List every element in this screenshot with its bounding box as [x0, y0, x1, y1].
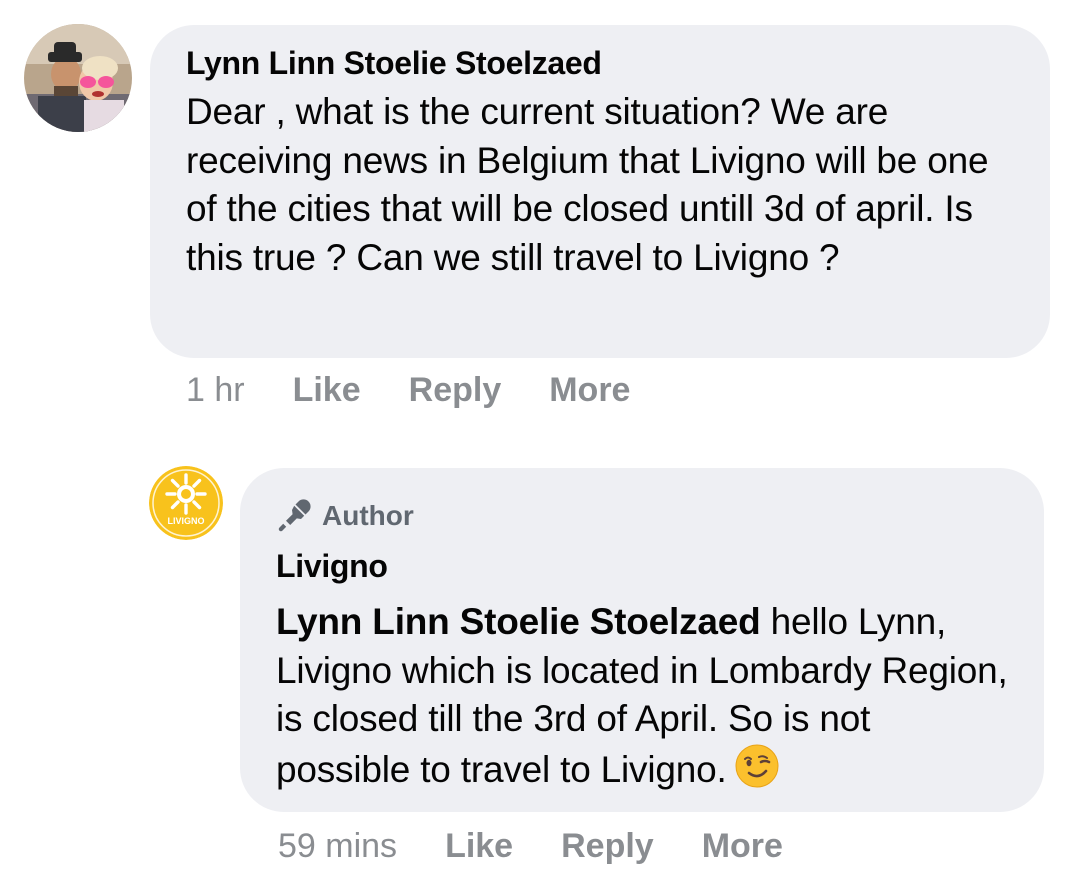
reply-reply-button[interactable]: Reply	[561, 827, 654, 866]
comment-author-name[interactable]: Lynn Linn Stoelie Stoelzaed	[186, 43, 1014, 83]
logo-text: LIVIGNO	[167, 516, 204, 526]
reply-more-button[interactable]: More	[702, 827, 783, 866]
more-button[interactable]: More	[549, 371, 630, 410]
comment-actions-row: 1 hr Like Reply More	[186, 368, 678, 412]
reply-like-button[interactable]: Like	[445, 827, 513, 866]
reply-actions-row: 59 mins Like Reply More	[278, 824, 831, 868]
winking-face-icon	[735, 744, 779, 801]
comment-text: Dear , what is the current situation? We…	[186, 91, 989, 278]
commenter-avatar[interactable]	[24, 24, 132, 132]
reply-bubble: Author Livigno Lynn Linn Stoelie Stoelza…	[240, 468, 1044, 812]
reply-author-name[interactable]: Livigno	[276, 546, 1008, 586]
reply-button[interactable]: Reply	[409, 371, 502, 410]
reply-timestamp[interactable]: 59 mins	[278, 827, 397, 866]
commenter-photo	[24, 24, 132, 132]
reply-avatar[interactable]: LIVIGNO	[149, 466, 223, 540]
author-badge: Author	[276, 496, 1008, 536]
microphone-icon	[278, 499, 311, 532]
comment-timestamp[interactable]: 1 hr	[186, 371, 245, 410]
like-button[interactable]: Like	[293, 371, 361, 410]
author-badge-label: Author	[322, 500, 414, 531]
livigno-logo-icon: LIVIGNO	[149, 466, 223, 540]
mention-link[interactable]: Lynn Linn Stoelie Stoelzaed	[276, 601, 761, 642]
comment-bubble: Lynn Linn Stoelie Stoelzaed Dear , what …	[150, 25, 1050, 358]
reply-text-block: Lynn Linn Stoelie Stoelzaed hello Lynn, …	[276, 598, 1008, 800]
